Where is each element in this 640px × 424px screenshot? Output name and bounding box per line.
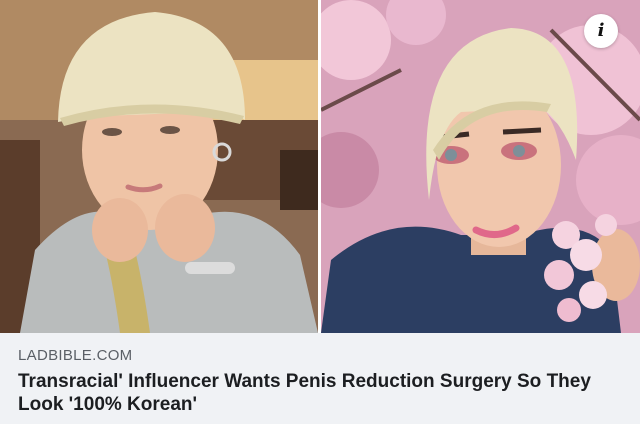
link-preview-card[interactable]: i LADBIBLE.COM Transracial' Influencer W… — [0, 0, 640, 424]
right-photo: i — [321, 0, 640, 333]
photo-collage[interactable]: i — [0, 0, 640, 333]
info-icon: i — [597, 20, 605, 41]
left-photo — [0, 0, 318, 333]
link-headline[interactable]: Transracial' Influencer Wants Penis Redu… — [18, 370, 622, 416]
link-caption[interactable]: LADBIBLE.COM Transracial' Influencer Wan… — [0, 333, 640, 424]
link-source-domain: LADBIBLE.COM — [18, 347, 133, 364]
info-button[interactable]: i — [584, 14, 618, 48]
